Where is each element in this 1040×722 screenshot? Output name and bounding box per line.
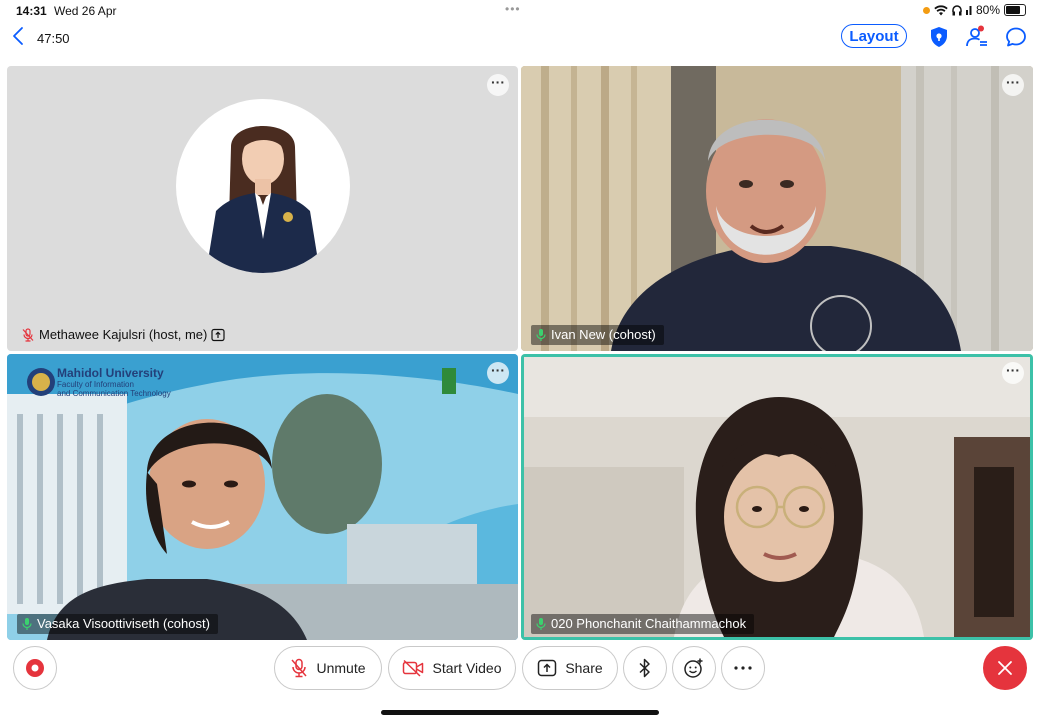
record-button[interactable] [13, 646, 57, 690]
battery-percent: 80% [975, 3, 1000, 17]
battery-icon [1004, 4, 1026, 16]
reactions-button[interactable] [672, 646, 716, 690]
participant-name: Vasaka Visoottiviseth (cohost) [37, 616, 210, 631]
mic-on-icon [22, 618, 32, 630]
participant-tile-methawee[interactable]: ··· Methawee Kajulsri (host, me) [7, 66, 518, 351]
tile-more-options-icon[interactable]: ··· [487, 74, 509, 96]
mic-on-icon [536, 329, 546, 341]
participant-tile-ivan[interactable]: ··· Ivan New (cohost) [521, 66, 1033, 351]
background-faculty-line1: Faculty of Information [57, 380, 134, 389]
unmute-button[interactable]: Unmute [274, 646, 382, 690]
meeting-header: 47:50 Layout [0, 22, 1040, 60]
share-label: Share [565, 660, 603, 676]
record-icon [26, 659, 44, 677]
signal-bars-icon [965, 6, 972, 15]
participant-name-tag: Ivan New (cohost) [531, 325, 664, 345]
meeting-toolbar: Unmute Start Video Share [0, 646, 1040, 692]
sharing-indicator-icon [211, 328, 225, 342]
more-options-button[interactable] [721, 646, 765, 690]
back-chevron-icon[interactable] [12, 26, 24, 50]
participant-tile-phonchanit[interactable]: ··· 020 Phonchanit Chaithammachok [521, 354, 1033, 640]
mic-muted-icon [22, 328, 34, 342]
mic-on-icon [536, 618, 546, 630]
bluetooth-icon [639, 658, 650, 678]
status-bar: 14:31 Wed 26 Apr ••• 80% [0, 0, 1040, 22]
headphones-icon [952, 4, 962, 15]
wifi-icon [934, 4, 948, 15]
participant-name: 020 Phonchanit Chaithammachok [551, 616, 747, 631]
participant-name: Methawee Kajulsri (host, me) [39, 327, 208, 342]
home-indicator[interactable] [381, 710, 659, 715]
unmute-label: Unmute [316, 660, 366, 676]
tile-more-options-icon[interactable]: ··· [487, 362, 509, 384]
start-video-label: Start Video [432, 660, 502, 676]
bluetooth-audio-button[interactable] [623, 646, 667, 690]
tile-more-options-icon[interactable]: ··· [1002, 362, 1024, 384]
close-icon [998, 661, 1012, 675]
video-off-icon [403, 659, 424, 677]
leave-meeting-button[interactable] [983, 646, 1027, 690]
ellipsis-icon [734, 666, 752, 670]
share-button[interactable]: Share [522, 646, 618, 690]
chat-bubble-icon[interactable] [1004, 25, 1028, 49]
tile-more-options-icon[interactable]: ··· [1002, 74, 1024, 96]
mic-muted-icon [291, 658, 308, 678]
participants-icon[interactable] [965, 25, 989, 49]
multitasking-dots-icon[interactable]: ••• [505, 2, 521, 16]
security-shield-icon[interactable] [927, 25, 951, 49]
emoji-add-icon [684, 658, 703, 678]
share-screen-icon [538, 659, 557, 677]
background-university-name: Mahidol University [57, 366, 164, 380]
participant-name-tag: Vasaka Visoottiviseth (cohost) [17, 614, 218, 634]
status-time: 14:31 [16, 4, 47, 18]
participant-name-tag: 020 Phonchanit Chaithammachok [531, 614, 755, 634]
virtual-background-branding: Mahidol University Faculty of Informatio… [57, 366, 171, 398]
status-indicators: 80% [922, 3, 1026, 17]
participant-avatar [176, 99, 350, 273]
status-date: Wed 26 Apr [54, 4, 117, 18]
participant-video [524, 357, 1030, 637]
participant-tile-vasaka[interactable]: Mahidol University Faculty of Informatio… [7, 354, 518, 640]
background-faculty-line2: and Communication Technology [57, 389, 171, 398]
layout-button[interactable]: Layout [841, 24, 907, 48]
start-video-button[interactable]: Start Video [388, 646, 516, 690]
participant-video [521, 66, 1033, 351]
mic-in-use-indicator-icon [922, 6, 930, 14]
participant-name-tag: Methawee Kajulsri (host, me) [17, 325, 233, 345]
participant-name: Ivan New (cohost) [551, 327, 656, 342]
meeting-timer: 47:50 [37, 31, 70, 46]
